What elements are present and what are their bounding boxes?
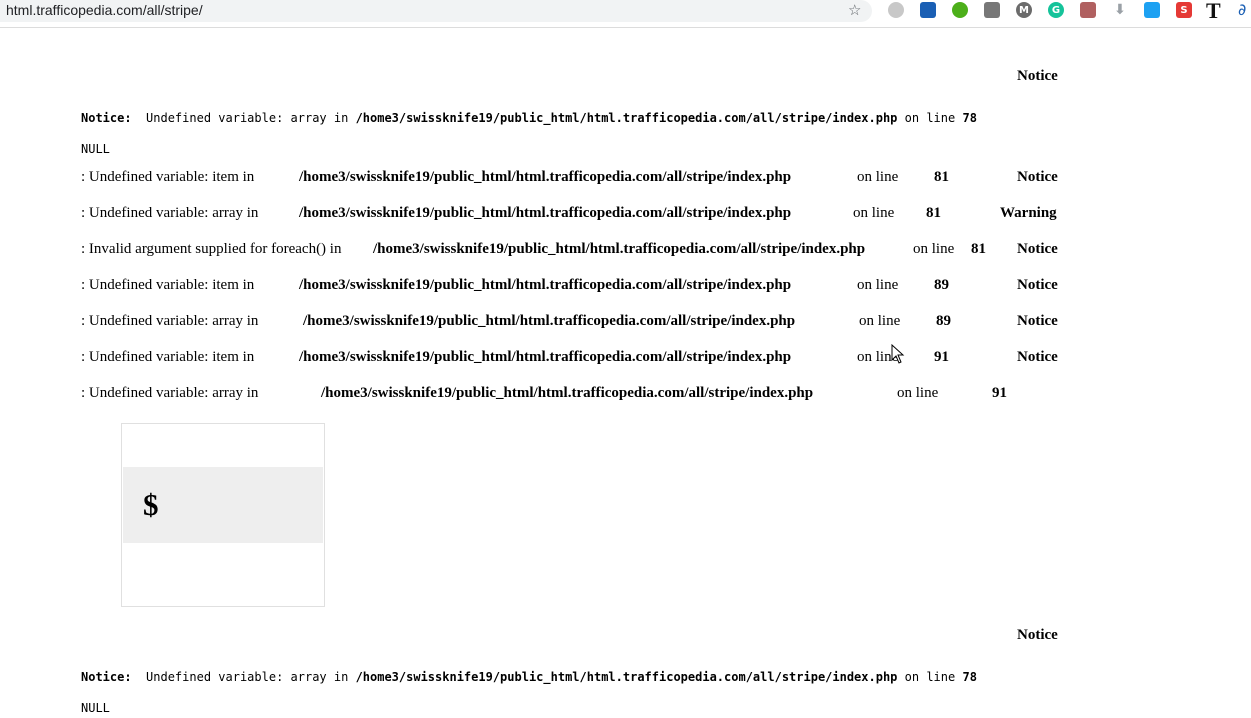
grammarly-icon[interactable]: G	[1048, 2, 1064, 18]
error-row-on-line: on line	[859, 313, 901, 329]
m-icon[interactable]: M	[1016, 2, 1032, 18]
error-row-on-line: on line	[853, 205, 895, 221]
notice-message: Undefined variable: array in	[146, 111, 349, 125]
price-card: $	[121, 423, 325, 607]
mouse-cursor-icon	[891, 344, 905, 364]
error-row-path: /home3/swissknife19/public_html/html.tra…	[299, 349, 792, 365]
null-output: NULL	[81, 701, 110, 715]
notice-heading: Notice	[1017, 68, 1058, 84]
t-extension-icon[interactable]: T	[1206, 0, 1221, 24]
error-row-path: /home3/swissknife19/public_html/html.tra…	[299, 277, 792, 293]
bookmark-star-icon[interactable]: ☆	[848, 1, 861, 19]
error-row-line: 91	[934, 349, 949, 365]
error-row-on-line: on line	[857, 169, 899, 185]
error-row-level: Notice	[1017, 349, 1058, 365]
person-icon[interactable]	[920, 2, 936, 18]
error-row-level: Notice	[1017, 313, 1058, 329]
error-row-msg: : Invalid argument supplied for foreach(…	[81, 241, 342, 257]
dollar-symbol: $	[143, 487, 159, 522]
error-row-level: Notice	[1017, 169, 1058, 185]
notice-line-number: 78	[962, 670, 977, 684]
browser-toolbar: html.trafficopedia.com/all/stripe/ ☆ M G…	[0, 0, 1251, 28]
error-row-line: 89	[934, 277, 949, 293]
download-icon[interactable]: ⬇	[1112, 2, 1128, 18]
error-row-on-line: on line	[897, 385, 939, 401]
error-row-level: Notice	[1017, 241, 1058, 257]
twitter-icon[interactable]	[1144, 2, 1160, 18]
error-row-msg: : Undefined variable: item in	[81, 349, 255, 365]
address-bar[interactable]: html.trafficopedia.com/all/stripe/ ☆	[0, 0, 872, 22]
notice-message: Undefined variable: array in	[146, 670, 349, 684]
notice-heading: Notice	[1017, 627, 1058, 643]
s-icon[interactable]: S	[1176, 2, 1192, 18]
notice-path: /home3/swissknife19/public_html/html.tra…	[355, 111, 898, 125]
error-row-line: 81	[926, 205, 941, 221]
error-row-path: /home3/swissknife19/public_html/html.tra…	[373, 241, 866, 257]
notice-label: Notice:	[81, 670, 132, 684]
notice-line: Notice: Undefined variable: array in /ho…	[81, 111, 977, 125]
error-row-line: 81	[934, 169, 949, 185]
notice-path: /home3/swissknife19/public_html/html.tra…	[355, 670, 898, 684]
circle-icon[interactable]	[888, 2, 904, 18]
notice-label: Notice:	[81, 111, 132, 125]
error-row-path: /home3/swissknife19/public_html/html.tra…	[303, 313, 796, 329]
error-row-path: /home3/swissknife19/public_html/html.tra…	[299, 205, 792, 221]
error-row-line: 89	[936, 313, 951, 329]
error-row-path: /home3/swissknife19/public_html/html.tra…	[321, 385, 814, 401]
url-text[interactable]: html.trafficopedia.com/all/stripe/	[6, 2, 203, 18]
notice-on-line: on line	[904, 111, 956, 125]
error-row-msg: : Undefined variable: array in	[81, 313, 259, 329]
error-row-line: 91	[992, 385, 1007, 401]
price-band: $	[123, 467, 323, 543]
error-row-line: 81	[971, 241, 986, 257]
error-row-msg: : Undefined variable: item in	[81, 169, 255, 185]
notice-line-number: 78	[962, 111, 977, 125]
link-extension-icon[interactable]: ∂	[1238, 0, 1246, 19]
error-row-msg: : Undefined variable: array in	[81, 205, 259, 221]
notice-line: Notice: Undefined variable: array in /ho…	[81, 670, 977, 684]
error-row-on-line: on line	[913, 241, 955, 257]
error-row-msg: : Undefined variable: item in	[81, 277, 255, 293]
error-row-level: Warning	[1000, 205, 1057, 221]
camera-icon[interactable]	[984, 2, 1000, 18]
error-row-level: Notice	[1017, 277, 1058, 293]
notice-on-line: on line	[904, 670, 956, 684]
error-row-msg: : Undefined variable: array in	[81, 385, 259, 401]
leaf-icon[interactable]	[952, 2, 968, 18]
error-row-on-line: on line	[857, 277, 899, 293]
null-output: NULL	[81, 142, 110, 156]
error-row-path: /home3/swissknife19/public_html/html.tra…	[299, 169, 792, 185]
pdf-icon[interactable]	[1080, 2, 1096, 18]
